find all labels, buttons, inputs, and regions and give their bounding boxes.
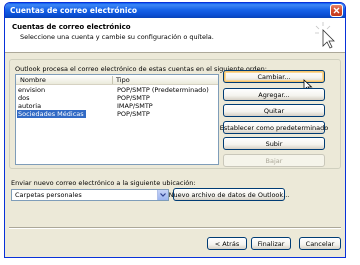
finish-button[interactable]: Finalizar	[251, 237, 291, 250]
dropdown-button[interactable]	[157, 190, 168, 200]
account-type: IMAP/SMTP	[117, 102, 153, 110]
account-row-selected[interactable]: Sociedades Médicas POP/SMTP	[17, 110, 217, 118]
column-header-name[interactable]: Nombre	[20, 76, 46, 84]
account-type: POP/SMTP	[117, 110, 150, 118]
close-button[interactable]	[330, 4, 343, 17]
header-subtitle: Seleccione una cuenta y cambie su config…	[20, 33, 214, 41]
back-button[interactable]: < Atrás	[207, 237, 247, 250]
set-default-button[interactable]: Establecer como predeterminado	[220, 121, 328, 134]
account-row[interactable]: dos POP/SMTP	[17, 94, 217, 102]
account-name: Sociedades Médicas	[17, 110, 86, 118]
move-down-button[interactable]: Bajar	[223, 154, 325, 167]
account-name: envision	[18, 86, 46, 94]
new-data-file-button[interactable]: Nuevo archivo de datos de Outlook...	[169, 188, 289, 201]
cursor-click-icon	[315, 22, 335, 49]
email-accounts-dialog: Cuentas de correo electrónico Cuentas de…	[4, 2, 346, 258]
chevron-down-icon	[160, 193, 166, 197]
add-button[interactable]: Agregar...	[223, 88, 325, 101]
close-icon	[333, 7, 340, 14]
list-header: Nombre Tipo	[16, 75, 218, 85]
cancel-button[interactable]: Cancelar	[299, 237, 341, 250]
account-row[interactable]: autoria IMAP/SMTP	[17, 102, 217, 110]
window-title: Cuentas de correo electrónico	[10, 6, 138, 15]
wizard-header: Cuentas de correo electrónico Seleccione…	[5, 18, 345, 53]
column-divider[interactable]	[112, 76, 113, 84]
remove-button[interactable]: Quitar	[223, 104, 325, 117]
delivery-location-select[interactable]: Carpetas personales	[11, 189, 169, 201]
delivery-location-value: Carpetas personales	[15, 191, 82, 199]
column-header-type[interactable]: Tipo	[116, 76, 130, 84]
footer-divider	[9, 227, 341, 229]
accounts-list[interactable]: Nombre Tipo envision POP/SMTP (Predeterm…	[15, 74, 219, 165]
delivery-location-label: Enviar nuevo correo electrónico a la sig…	[11, 179, 196, 187]
account-type: POP/SMTP	[117, 94, 150, 102]
account-name: dos	[18, 94, 30, 102]
account-type: POP/SMTP (Predeterminado)	[117, 86, 209, 94]
title-bar[interactable]: Cuentas de correo electrónico	[5, 3, 345, 18]
header-title: Cuentas de correo electrónico	[12, 23, 131, 31]
move-up-button[interactable]: Subir	[223, 137, 325, 150]
account-row[interactable]: envision POP/SMTP (Predeterminado)	[17, 86, 217, 94]
account-name: autoria	[18, 102, 42, 110]
